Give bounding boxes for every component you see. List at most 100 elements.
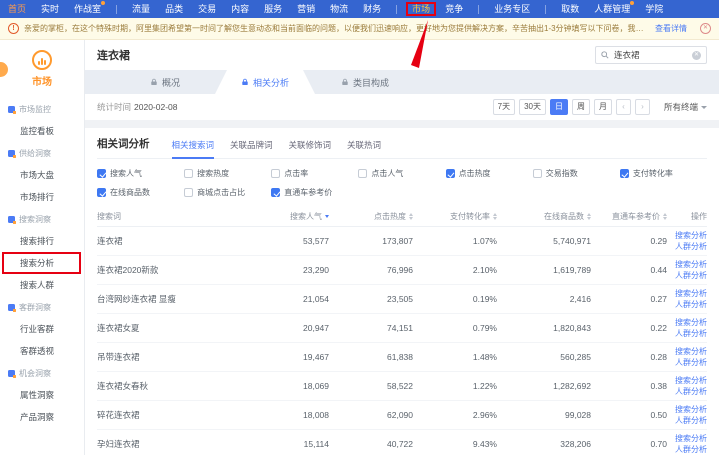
sidebar-item-crowd-perspective[interactable]: 客群透视 (0, 340, 84, 362)
sidebar-item-search-crowd[interactable]: 搜索人群 (0, 274, 84, 296)
word-tab-related-modifier-words[interactable]: 关联修饰词 (289, 139, 332, 151)
crowd-analysis-link[interactable]: 人群分析 (675, 445, 707, 455)
crowd-analysis-link[interactable]: 人群分析 (675, 358, 707, 368)
terminal-label: 所有终端 (664, 101, 698, 113)
metric-cell: 1.22% (413, 381, 497, 391)
word-tab-related-search-words[interactable]: 相关搜索词 (172, 139, 215, 151)
nav-item-crowd-mgmt[interactable]: 人群管理 (594, 0, 630, 18)
nav-item-service[interactable]: 服务 (264, 0, 282, 18)
nav-item-trade[interactable]: 交易 (198, 0, 216, 18)
word-tab-related-brand-words[interactable]: 关联品牌词 (230, 139, 273, 151)
nav-item-content[interactable]: 内容 (231, 0, 249, 18)
notice-detail-link[interactable]: 查看详情 (655, 23, 687, 34)
metric-checkbox[interactable]: 交易指数 (533, 168, 620, 179)
sidebar-item-market-ranking[interactable]: 市场排行 (0, 186, 84, 208)
tab-related-analysis[interactable]: 相关分析 (215, 70, 315, 94)
nav-item-home[interactable]: 首页 (8, 0, 26, 18)
nav-item-data-fetch[interactable]: 取数 (561, 0, 579, 18)
checkbox-icon (358, 169, 367, 178)
metric-checkbox[interactable]: 支付转化率 (620, 168, 707, 179)
metric-cell: 53,577 (247, 236, 329, 246)
nav-item-compete[interactable]: 竞争 (445, 0, 463, 18)
search-analysis-link[interactable]: 搜索分析 (675, 318, 707, 328)
actions-cell: 搜索分析人群分析 (667, 318, 707, 339)
search-analysis-link[interactable]: 搜索分析 (675, 347, 707, 357)
metric-checkbox[interactable]: 点击率 (271, 168, 358, 179)
nav-item-category[interactable]: 品类 (165, 0, 183, 18)
search-analysis-link[interactable]: 搜索分析 (675, 231, 707, 241)
metric-checkbox[interactable]: 搜索人气 (97, 168, 184, 179)
sidebar-item-product-insight[interactable]: 产品洞察 (0, 406, 84, 428)
sidebar-item-search-ranking[interactable]: 搜索排行 (0, 230, 84, 252)
metric-cell: 0.70 (591, 439, 667, 449)
terminal-dropdown[interactable]: 所有终端 (664, 101, 707, 113)
metric-cell: 62,090 (329, 410, 413, 420)
range-day[interactable]: 日 (550, 99, 568, 115)
nav-item-realtime[interactable]: 实时 (41, 0, 59, 18)
tab-category-composition[interactable]: 类目构成 (315, 70, 415, 94)
sidebar-item-market-overview[interactable]: 市场大盘 (0, 164, 84, 186)
crowd-analysis-link[interactable]: 人群分析 (675, 329, 707, 339)
pager-prev[interactable]: ‹ (616, 99, 631, 115)
column-header-search-popularity[interactable]: 搜索人气 (247, 211, 329, 222)
nav-item-marketing[interactable]: 营销 (297, 0, 315, 18)
range-7d[interactable]: 7天 (493, 99, 515, 115)
nav-item-market[interactable]: 市场 (406, 2, 436, 16)
range-week[interactable]: 周 (572, 99, 590, 115)
metric-cell: 2.96% (413, 410, 497, 420)
crowd-analysis-link[interactable]: 人群分析 (675, 387, 707, 397)
metric-checkbox[interactable]: 直通车参考价 (271, 187, 358, 198)
tab-overview[interactable]: 概况 (115, 70, 215, 94)
column-header-click-heat[interactable]: 点击热度 (329, 211, 413, 222)
column-header-online-products[interactable]: 在线商品数 (497, 211, 591, 222)
section-title: 相关词分析 (97, 136, 150, 151)
content-shell: 市场 市场监控监控看板供给洞察市场大盘市场排行搜索洞察搜索排行搜索分析搜索人群客… (0, 40, 719, 455)
nav-item-flow[interactable]: 流量 (132, 0, 150, 18)
metric-label: 交易指数 (546, 168, 578, 179)
sidebar-item-monitor-board[interactable]: 监控看板 (0, 120, 84, 142)
search-analysis-link[interactable]: 搜索分析 (675, 405, 707, 415)
sidebar-item-attribute-insight[interactable]: 属性洞察 (0, 384, 84, 406)
close-icon[interactable]: ✕ (700, 23, 711, 34)
checkbox-icon (533, 169, 542, 178)
table-row: 孕妇连衣裙15,11440,7229.43%328,2060.70搜索分析人群分… (97, 430, 707, 455)
nav-item-finance[interactable]: 财务 (363, 0, 381, 18)
clear-search-icon[interactable]: ✕ (692, 51, 701, 60)
crowd-analysis-link[interactable]: 人群分析 (675, 416, 707, 426)
nav-item-logistics[interactable]: 物流 (330, 0, 348, 18)
column-label: 搜索人气 (290, 211, 322, 222)
metric-checkbox[interactable]: 点击人气 (358, 168, 445, 179)
actions-cell: 搜索分析人群分析 (667, 434, 707, 455)
metric-checkbox[interactable]: 搜索热度 (184, 168, 271, 179)
search-analysis-link[interactable]: 搜索分析 (675, 376, 707, 386)
nav-item-war-room[interactable]: 作战室 (74, 0, 101, 18)
warning-icon: ! (8, 23, 19, 34)
metric-checkbox[interactable]: 商城点击占比 (184, 187, 271, 198)
search-input[interactable] (612, 49, 689, 61)
crowd-analysis-link[interactable]: 人群分析 (675, 242, 707, 252)
range-30d[interactable]: 30天 (519, 99, 546, 115)
search-term-cell: 碎花连衣裙 (97, 409, 247, 421)
nav-item-academy[interactable]: 学院 (645, 0, 663, 18)
stats-time-label: 统计时间 (97, 102, 131, 112)
crowd-analysis-link[interactable]: 人群分析 (675, 271, 707, 281)
search-analysis-link[interactable]: 搜索分析 (675, 434, 707, 444)
table-row: 吊带连衣裙19,46761,8381.48%560,2850.28搜索分析人群分… (97, 343, 707, 372)
search-analysis-link[interactable]: 搜索分析 (675, 260, 707, 270)
nav-item-label: 流量 (132, 0, 150, 18)
crowd-analysis-link[interactable]: 人群分析 (675, 300, 707, 310)
metric-checkbox[interactable]: 在线商品数 (97, 187, 184, 198)
column-header-ztc-ref-price[interactable]: 直通车参考价 (591, 211, 667, 222)
sidebar-item-industry-crowd[interactable]: 行业客群 (0, 318, 84, 340)
metric-checkbox[interactable]: 点击热度 (446, 168, 533, 179)
pager-next[interactable]: › (635, 99, 650, 115)
search-term-cell: 连衣裙2020新款 (97, 264, 247, 276)
word-tab-related-hot-words[interactable]: 关联热词 (347, 139, 381, 151)
sidebar-item-search-analysis[interactable]: 搜索分析 (2, 252, 81, 274)
checkbox-icon (620, 169, 629, 178)
range-month[interactable]: 月 (594, 99, 612, 115)
search-analysis-link[interactable]: 搜索分析 (675, 289, 707, 299)
column-header-pay-conversion[interactable]: 支付转化率 (413, 211, 497, 222)
nav-item-business-zone[interactable]: 业务专区 (494, 0, 530, 18)
module-logo: 市场 (0, 40, 84, 96)
